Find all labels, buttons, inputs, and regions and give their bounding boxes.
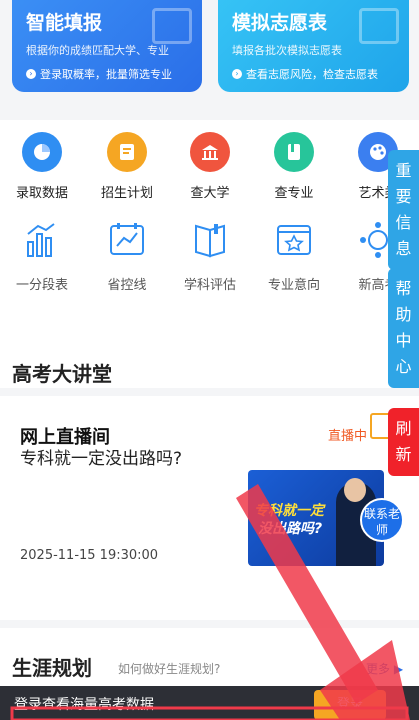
mock-form-decoration-icon [359,8,399,44]
smart-fill-card[interactable]: 智能填报 根据你的成绩匹配大学、专业 › 登录取概率，批量筛选专业 [12,0,202,92]
book-icon [274,132,314,172]
mock-form-desc: 填报各批次模拟志愿表 [232,44,342,57]
login-bar: 登录查看海量高考数据 登录 [0,686,419,720]
more-label: 更多 [366,662,391,676]
grid-item-score-table[interactable]: 一分段表 [0,220,84,293]
more-link[interactable]: 更多 ▶ [366,660,403,677]
grid-item-major-intention[interactable]: 专业意向 [252,220,336,293]
side-tab-important-info[interactable]: 重要信息 [388,150,419,270]
live-status: 直播中 [328,429,368,444]
feature-grid-row-2: 一分段表 省控线 学科评估 专业意向 新高考 [0,220,419,300]
bar-chart-icon [27,223,55,257]
side-tab-refresh[interactable]: 刷新 [388,408,419,476]
feature-grid-row-1: 录取数据 招生计划 查大学 查专业 艺术类 [0,132,419,212]
live-question[interactable]: 专科就一定没出路吗? [20,444,182,469]
main-content: 录取数据 招生计划 查大学 查专业 艺术类 一分段表 省控线 学科评估 专业意向… [0,120,419,720]
play-icon: ▶ [393,662,404,676]
open-book-icon [195,224,225,258]
mock-form-link-text: 查看志愿风险，检查志愿表 [246,68,378,81]
contact-teacher-button[interactable]: 联系老师 [360,498,404,542]
grid-item-admission-data[interactable]: 录取数据 [0,132,84,201]
lecture-section-title: 高考大讲堂 [12,362,112,386]
side-tab-label: 刷新 [395,419,412,464]
grid-label: 查专业 [274,186,314,201]
section-divider [0,388,419,396]
arrow-circle-icon: › [232,69,242,79]
university-icon [190,132,230,172]
mock-form-card[interactable]: 模拟志愿表 填报各批次模拟志愿表 › 查看志愿风险，检查志愿表 [218,0,409,92]
smart-fill-link-text: 登录取概率，批量筛选专业 [40,68,172,81]
grid-item-enrollment-plan[interactable]: 招生计划 [85,132,169,201]
side-tab-help-center[interactable]: 帮助中心 [388,268,419,388]
grid-label: 查大学 [190,186,230,201]
career-subtitle[interactable]: 如何做好生涯规划? [118,660,220,677]
section-divider [0,620,419,628]
career-section-title: 生涯规划 [12,656,92,680]
grid-label: 省控线 [107,278,147,293]
smart-fill-link[interactable]: › 登录取概率，批量筛选专业 [26,66,172,82]
grid-item-control-line[interactable]: 省控线 [85,220,169,293]
grid-item-find-major[interactable]: 查专业 [252,132,336,201]
login-button[interactable]: 登录 [314,690,386,720]
star-window-icon [277,225,311,255]
smart-fill-decoration-icon [152,8,192,44]
side-tab-label: 重要信息 [395,161,412,258]
speaker-head [344,478,366,502]
banner-line-2: 没出路吗? [258,521,323,537]
grid-label: 录取数据 [15,186,68,201]
grid-label: 一分段表 [15,278,68,293]
line-chart-icon [110,223,144,255]
side-tab-label: 帮助中心 [395,279,412,376]
pie-chart-icon [22,132,62,172]
smart-fill-title: 智能填报 [26,12,103,34]
banner-line-1: 专科就一定 [254,503,324,519]
grid-label: 招生计划 [100,186,153,201]
grid-item-subject-eval[interactable]: 学科评估 [168,220,252,293]
grid-item-find-university[interactable]: 查大学 [168,132,252,201]
grid-label: 学科评估 [183,278,236,293]
grid-label: 专业意向 [267,278,320,293]
smart-fill-desc: 根据你的成绩匹配大学、专业 [26,44,169,57]
mock-form-title: 模拟志愿表 [232,12,328,34]
document-icon [107,132,147,172]
login-bar-text: 登录查看海量高考数据 [14,697,154,713]
top-cards: 智能填报 根据你的成绩匹配大学、专业 › 登录取概率，批量筛选专业 模拟志愿表 … [0,0,419,120]
live-time: 2025-11-15 19:30:00 [20,548,159,563]
mock-form-link[interactable]: › 查看志愿风险，检查志愿表 [232,66,378,82]
arrow-circle-icon: › [26,69,36,79]
